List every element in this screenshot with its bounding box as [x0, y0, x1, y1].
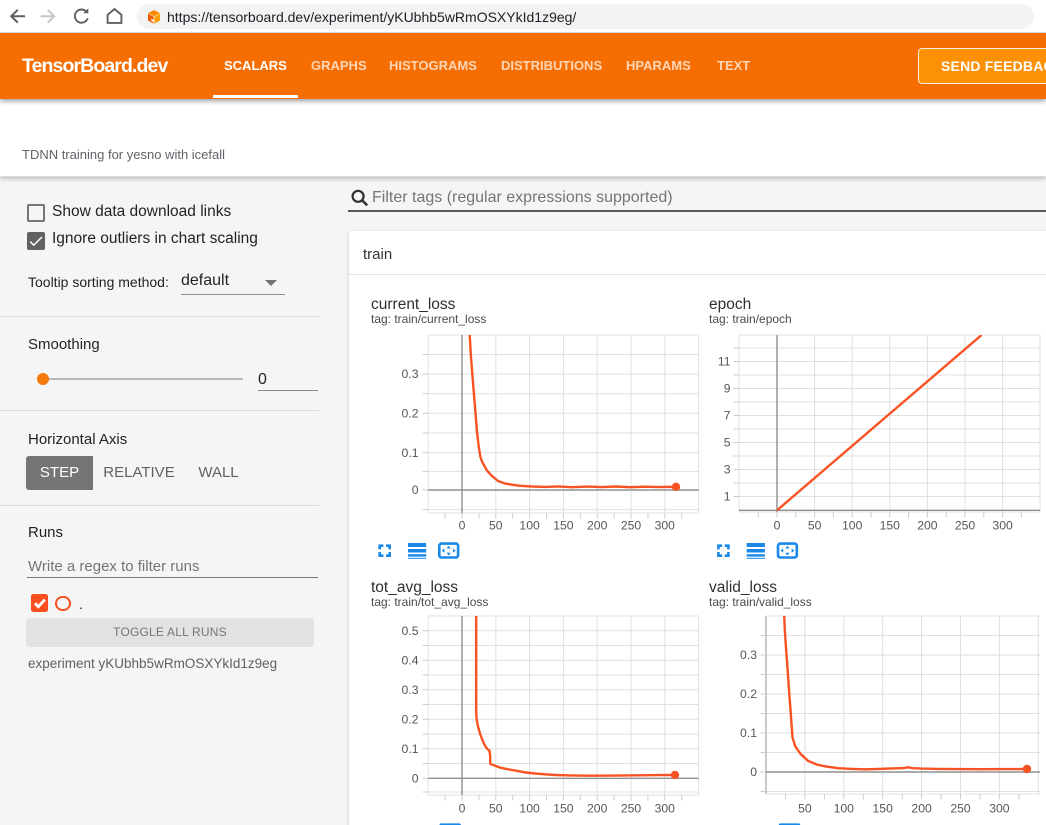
svg-text:7: 7 [724, 409, 731, 423]
svg-text:0.2: 0.2 [402, 407, 419, 421]
svg-text:3: 3 [724, 463, 731, 477]
svg-text:200: 200 [917, 519, 938, 533]
svg-text:50: 50 [489, 519, 503, 533]
svg-text:0: 0 [750, 765, 757, 779]
svg-text:300: 300 [992, 519, 1013, 533]
svg-text:0.2: 0.2 [740, 687, 757, 701]
svg-text:0.1: 0.1 [740, 726, 757, 740]
svg-text:0.5: 0.5 [402, 624, 419, 638]
svg-text:200: 200 [911, 802, 932, 816]
svg-text:100: 100 [519, 802, 540, 816]
svg-text:100: 100 [842, 519, 863, 533]
svg-text:150: 150 [553, 519, 574, 533]
svg-text:300: 300 [989, 802, 1010, 816]
svg-text:0: 0 [774, 519, 781, 533]
svg-text:250: 250 [621, 519, 642, 533]
svg-text:0: 0 [412, 483, 419, 497]
svg-text:100: 100 [519, 519, 540, 533]
svg-text:50: 50 [489, 802, 503, 816]
svg-text:0: 0 [459, 519, 466, 533]
svg-text:0.4: 0.4 [402, 654, 419, 668]
svg-text:250: 250 [621, 802, 642, 816]
svg-text:250: 250 [955, 519, 976, 533]
svg-text:150: 150 [873, 802, 894, 816]
svg-text:150: 150 [553, 802, 574, 816]
svg-text:0.3: 0.3 [402, 367, 419, 381]
svg-text:0.2: 0.2 [402, 713, 419, 727]
svg-text:50: 50 [798, 802, 812, 816]
svg-text:0.1: 0.1 [402, 742, 419, 756]
svg-text:5: 5 [724, 436, 731, 450]
svg-text:0.3: 0.3 [740, 648, 757, 662]
svg-text:200: 200 [587, 519, 608, 533]
svg-text:150: 150 [880, 519, 901, 533]
svg-text:300: 300 [655, 519, 676, 533]
svg-text:50: 50 [808, 519, 822, 533]
svg-text:100: 100 [834, 802, 855, 816]
svg-text:1: 1 [724, 490, 731, 504]
svg-text:0: 0 [412, 772, 419, 786]
svg-text:200: 200 [587, 802, 608, 816]
svg-text:11: 11 [718, 355, 731, 369]
svg-text:300: 300 [655, 802, 676, 816]
svg-text:250: 250 [950, 802, 971, 816]
svg-text:9: 9 [724, 382, 731, 396]
svg-text:0.1: 0.1 [402, 446, 419, 460]
svg-text:0.3: 0.3 [402, 683, 419, 697]
svg-text:0: 0 [459, 802, 466, 816]
